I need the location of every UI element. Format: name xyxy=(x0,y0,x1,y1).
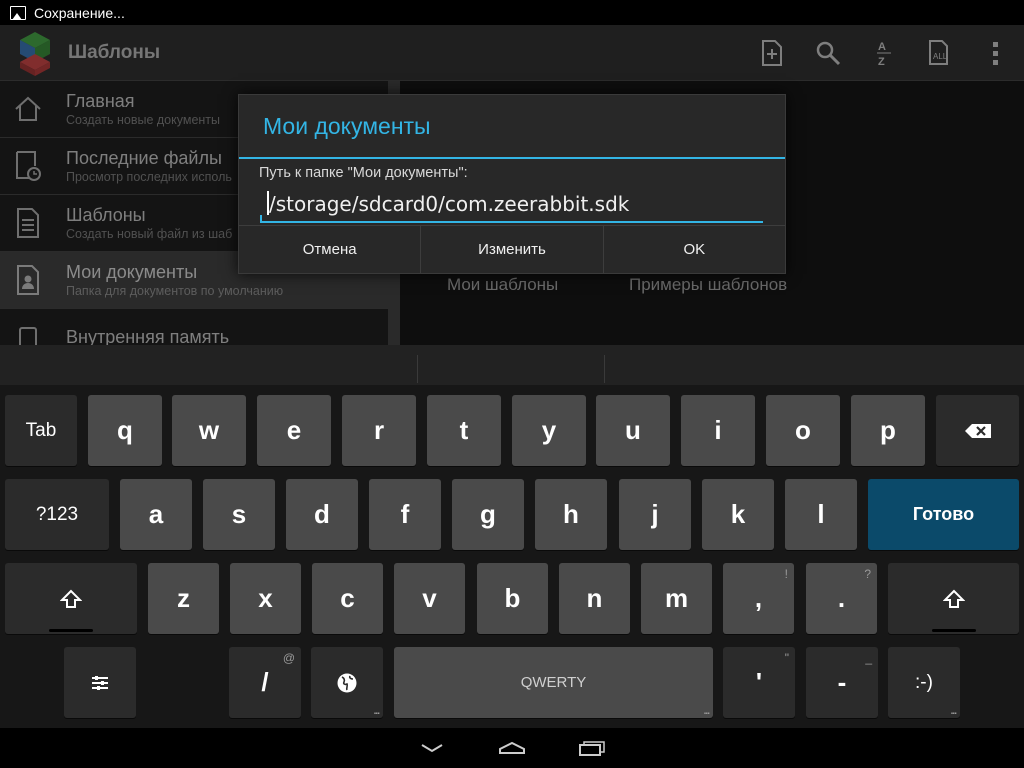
key-d[interactable]: d xyxy=(286,479,358,550)
space-key[interactable]: QWERTY ... xyxy=(394,647,713,718)
key-f[interactable]: f xyxy=(369,479,441,550)
key-u[interactable]: u xyxy=(596,395,670,466)
action-bar: Шаблоны AZ ALL xyxy=(0,25,1024,81)
home-icon xyxy=(0,81,56,138)
sort-az-icon[interactable]: AZ xyxy=(856,25,912,81)
sidebar-item-title: Последние файлы xyxy=(66,148,222,168)
my-documents-dialog: Мои документы Путь к папке "Мои документ… xyxy=(238,94,786,274)
system-nav-bar xyxy=(0,728,1024,768)
back-icon[interactable] xyxy=(412,733,452,763)
key-slash[interactable]: / @ xyxy=(229,647,301,718)
key-y[interactable]: y xyxy=(512,395,586,466)
key-a[interactable]: a xyxy=(120,479,192,550)
key-c[interactable]: c xyxy=(312,563,383,634)
backspace-icon xyxy=(964,423,991,438)
key-dash[interactable]: - _ xyxy=(806,647,878,718)
sidebar-item-internal-storage[interactable]: Внутренняя память xyxy=(0,309,388,345)
key-j[interactable]: j xyxy=(619,479,691,550)
key-r[interactable]: r xyxy=(342,395,416,466)
done-key[interactable]: Готово xyxy=(868,479,1019,550)
overflow-menu-icon[interactable] xyxy=(968,25,1024,81)
add-document-icon[interactable] xyxy=(744,25,800,81)
suggestion-strip[interactable] xyxy=(0,345,1024,385)
key-t[interactable]: t xyxy=(427,395,501,466)
recent-files-icon xyxy=(0,138,56,195)
my-documents-icon xyxy=(0,252,56,309)
sidebar-item-subtitle: Создать новый файл из шаб xyxy=(66,227,233,241)
search-icon[interactable] xyxy=(800,25,856,81)
key-apostrophe[interactable]: ' " xyxy=(723,647,795,718)
status-bar: Сохранение... xyxy=(0,0,1024,25)
select-all-icon[interactable]: ALL xyxy=(912,25,968,81)
sidebar-item-subtitle: Просмотр последних исполь xyxy=(66,170,232,184)
backspace-key[interactable] xyxy=(936,395,1019,466)
ok-button[interactable]: OK xyxy=(604,226,785,273)
key-comma[interactable]: ,! xyxy=(723,563,794,634)
app-logo-icon xyxy=(12,30,58,76)
svg-text:A: A xyxy=(878,41,886,53)
globe-icon xyxy=(337,673,357,692)
sidebar-item-title: Главная xyxy=(66,91,135,111)
tab-key[interactable]: Tab xyxy=(5,395,77,466)
path-field-label: Путь к папке "Мои документы": xyxy=(259,165,468,181)
sidebar-item-title: Шаблоны xyxy=(66,205,146,225)
key-i[interactable]: i xyxy=(681,395,755,466)
sidebar-item-subtitle: Создать новые документы xyxy=(66,113,221,127)
symbols-key[interactable]: ?123 xyxy=(5,479,109,550)
internal-storage-icon xyxy=(0,309,56,345)
key-g[interactable]: g xyxy=(452,479,524,550)
app-title: Шаблоны xyxy=(68,41,161,63)
key-v[interactable]: v xyxy=(394,563,465,634)
key-period[interactable]: .? xyxy=(806,563,877,634)
key-h[interactable]: h xyxy=(535,479,607,550)
sidebar-item-title: Внутренняя память xyxy=(66,327,230,345)
soft-keyboard: Tab q w e r t y u i o p ?123 a s d f g h… xyxy=(0,345,1024,728)
svg-text:ALL: ALL xyxy=(933,52,948,61)
tab-template-examples[interactable]: Примеры шаблонов xyxy=(629,275,787,295)
key-m[interactable]: m xyxy=(641,563,712,634)
shift-key-right[interactable] xyxy=(888,563,1019,634)
language-key[interactable]: ... xyxy=(311,647,383,718)
recent-apps-icon[interactable] xyxy=(572,733,612,763)
home-button-icon[interactable] xyxy=(492,733,532,763)
sidebar-item-subtitle: Папка для документов по умолчанию xyxy=(66,284,284,298)
path-input[interactable]: /storage/sdcard0/com.zeerabbit.sdk xyxy=(260,187,763,223)
cancel-button[interactable]: Отмена xyxy=(239,226,422,273)
template-icon xyxy=(0,195,56,252)
dialog-title: Мои документы xyxy=(239,95,785,159)
status-notification-text: Сохранение... xyxy=(34,4,125,21)
key-x[interactable]: x xyxy=(230,563,301,634)
key-b[interactable]: b xyxy=(477,563,548,634)
smiley-key[interactable]: :-)... xyxy=(888,647,960,718)
key-l[interactable]: l xyxy=(785,479,857,550)
shift-icon xyxy=(942,589,965,608)
key-o[interactable]: o xyxy=(766,395,840,466)
key-e[interactable]: e xyxy=(257,395,331,466)
image-notification-icon xyxy=(10,5,26,20)
key-p[interactable]: p xyxy=(851,395,925,466)
key-k[interactable]: k xyxy=(702,479,774,550)
svg-text:Z: Z xyxy=(878,56,885,67)
tab-my-templates[interactable]: Мои шаблоны xyxy=(447,275,558,295)
key-q[interactable]: q xyxy=(88,395,162,466)
key-z[interactable]: z xyxy=(148,563,219,634)
change-button[interactable]: Изменить xyxy=(421,226,604,273)
shift-key-left[interactable] xyxy=(5,563,137,634)
shift-icon xyxy=(60,589,82,608)
key-n[interactable]: n xyxy=(559,563,630,634)
key-w[interactable]: w xyxy=(172,395,246,466)
key-s[interactable]: s xyxy=(203,479,275,550)
settings-sliders-icon xyxy=(92,675,108,690)
settings-key[interactable] xyxy=(64,647,136,718)
